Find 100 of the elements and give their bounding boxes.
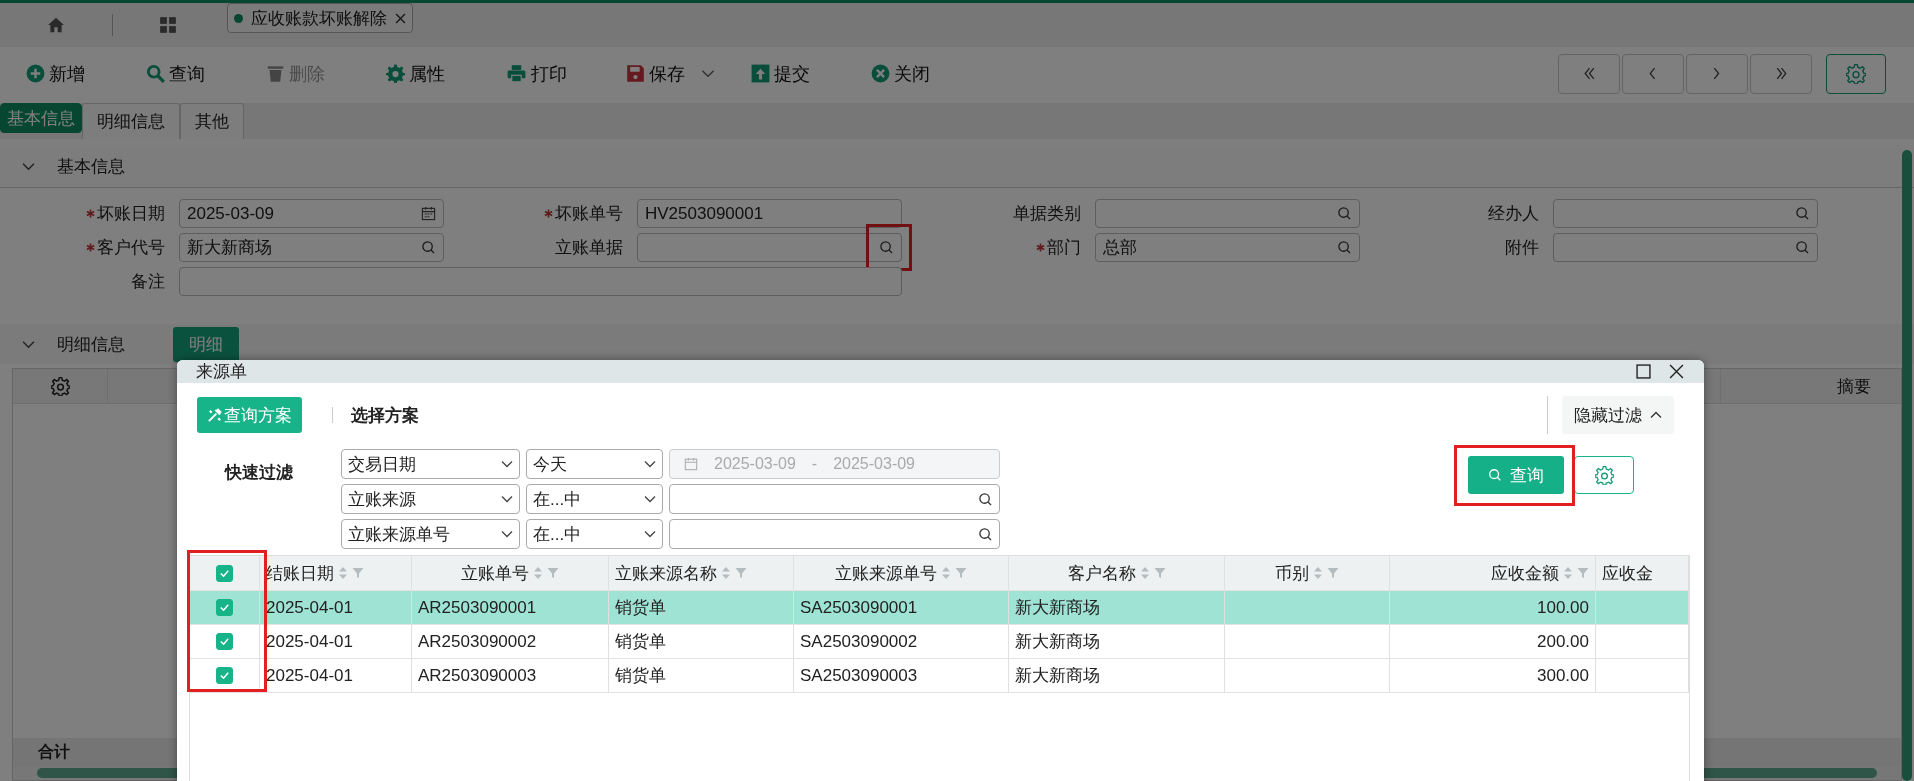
form-tab[interactable]: 其他	[180, 103, 244, 139]
last-page-button[interactable]	[1750, 53, 1812, 94]
vertical-scrollbar[interactable]	[1902, 150, 1912, 781]
previous-button[interactable]	[1622, 53, 1684, 94]
input-field[interactable]: 新大新商场	[179, 233, 444, 262]
table-cell: 2025-04-01	[266, 665, 353, 686]
input-field[interactable]	[1553, 233, 1818, 262]
input-field[interactable]: 总部	[1095, 233, 1360, 262]
input-field[interactable]	[669, 484, 1000, 514]
input-field[interactable]: 2025-03-09	[179, 199, 444, 228]
caret-icon[interactable]	[701, 69, 715, 78]
check-icon	[219, 602, 230, 613]
column-header[interactable]: 立账单号	[461, 561, 529, 585]
field-dropdown[interactable]: 交易日期	[341, 449, 520, 479]
table-cell: AR2503090003	[418, 665, 537, 686]
toolbar-button[interactable]: 新增	[26, 57, 110, 90]
field-dropdown[interactable]: 立账来源单号	[341, 519, 520, 549]
field-label: 部门	[1047, 237, 1081, 259]
next-button[interactable]	[1686, 53, 1748, 94]
section-title: 基本信息	[57, 155, 125, 178]
maximize-icon[interactable]	[1636, 364, 1651, 379]
settings-button[interactable]	[1574, 456, 1634, 494]
sort-icon[interactable]	[338, 566, 348, 580]
toolbar-button[interactable]: 提交	[751, 57, 835, 90]
operator-dropdown[interactable]: 今天	[526, 449, 663, 479]
column-header[interactable]: 立账来源单号	[835, 561, 937, 585]
form-tab[interactable]: 明细信息	[82, 103, 180, 139]
field-label: 坏账单号	[555, 203, 623, 225]
table-cell: SA2503090001	[800, 597, 918, 618]
filter-icon[interactable]	[1577, 567, 1589, 579]
checkbox[interactable]	[216, 667, 233, 684]
table-row[interactable]: 2025-04-01 AR2503090001 销货单 SA2503090001 新大新商场 100.00	[190, 591, 1689, 625]
chevron-icon	[501, 530, 513, 538]
table-cell-text: 新大新商场	[1015, 597, 1100, 619]
search-icon[interactable]	[978, 526, 993, 542]
chevron-icon	[644, 460, 656, 468]
close-icon	[871, 64, 890, 83]
field-label: 附件	[1505, 237, 1539, 259]
hide-filter-button[interactable]: 隐藏过滤	[1562, 396, 1674, 434]
table-cell-text: 销货单	[615, 597, 666, 619]
chevron-icon[interactable]	[22, 161, 35, 171]
form-tab[interactable]: 基本信息	[0, 103, 82, 133]
plus-icon	[26, 64, 45, 83]
filter-icon[interactable]	[352, 567, 364, 579]
column-header[interactable]: 结账日期	[266, 561, 334, 585]
column-header: 摘要	[1720, 369, 1901, 403]
input-field[interactable]: HV2503090001	[637, 199, 902, 228]
checkbox[interactable]	[216, 564, 233, 582]
filter-icon[interactable]	[955, 567, 967, 579]
query-scheme-button[interactable]: 查询方案	[197, 397, 302, 433]
document-tab[interactable]: 应收账款坏账解除	[227, 3, 413, 33]
toolbar-button[interactable]: 保存	[626, 57, 715, 90]
table-cell-text: 销货单	[615, 665, 666, 687]
filter-icon[interactable]	[1153, 567, 1166, 579]
table-row[interactable]: 2025-04-01 AR2503090002 销货单 SA2503090002 新大新商场 200.00	[190, 625, 1689, 659]
input-field[interactable]	[637, 233, 902, 262]
sort-icon[interactable]	[1563, 566, 1573, 580]
settings-icon	[1594, 465, 1614, 485]
sort-icon[interactable]	[533, 566, 543, 580]
field-dropdown[interactable]: 立账来源	[341, 484, 520, 514]
input-field[interactable]	[669, 519, 1000, 549]
operator-dropdown[interactable]: 在...中	[526, 519, 663, 549]
settings-button[interactable]	[1826, 53, 1886, 94]
table-cell-text: 新大新商场	[1015, 631, 1100, 653]
toolbar-button[interactable]: 打印	[506, 57, 590, 90]
input-field[interactable]	[179, 267, 902, 296]
column-header[interactable]: 客户名称	[1067, 561, 1136, 585]
sort-icon[interactable]	[1313, 566, 1323, 580]
table-cell: 100.00	[1537, 597, 1589, 618]
toolbar-button[interactable]: 查询	[146, 57, 230, 90]
checkbox[interactable]	[216, 599, 233, 616]
settings-icon[interactable]	[50, 376, 70, 396]
chevron-icon[interactable]	[22, 339, 35, 349]
search-icon[interactable]	[978, 491, 993, 507]
chevron-icon	[644, 530, 656, 538]
chevron-icon	[501, 460, 513, 468]
close-icon[interactable]	[1669, 364, 1684, 379]
sort-icon[interactable]	[941, 566, 951, 580]
calendar-icon[interactable]	[421, 206, 436, 221]
column-header[interactable]: 应收金	[1602, 561, 1653, 585]
input-field[interactable]	[1553, 199, 1818, 228]
check-icon	[219, 636, 230, 647]
table-row[interactable]: 2025-04-01 AR2503090003 销货单 SA2503090003 新大新商场 300.00	[190, 659, 1689, 693]
input-field[interactable]	[1095, 199, 1360, 228]
toolbar-button[interactable]: 关闭	[871, 57, 955, 90]
total-label: 合计	[38, 741, 70, 762]
column-header[interactable]: 立账来源名称	[615, 561, 717, 585]
sort-icon[interactable]	[721, 566, 731, 580]
sort-icon[interactable]	[1139, 566, 1150, 580]
query-button[interactable]: 查询	[1468, 456, 1564, 494]
toolbar-button[interactable]: 属性	[386, 57, 470, 90]
table-cell: AR2503090002	[418, 631, 537, 652]
checkbox[interactable]	[216, 633, 233, 650]
filter-icon[interactable]	[1327, 567, 1339, 579]
filter-icon[interactable]	[735, 567, 747, 579]
filter-icon[interactable]	[547, 567, 559, 579]
column-header[interactable]: 应收金额	[1491, 561, 1559, 585]
operator-dropdown[interactable]: 在...中	[526, 484, 663, 514]
column-header[interactable]: 币别	[1275, 561, 1309, 585]
first-page-button[interactable]	[1558, 53, 1620, 94]
